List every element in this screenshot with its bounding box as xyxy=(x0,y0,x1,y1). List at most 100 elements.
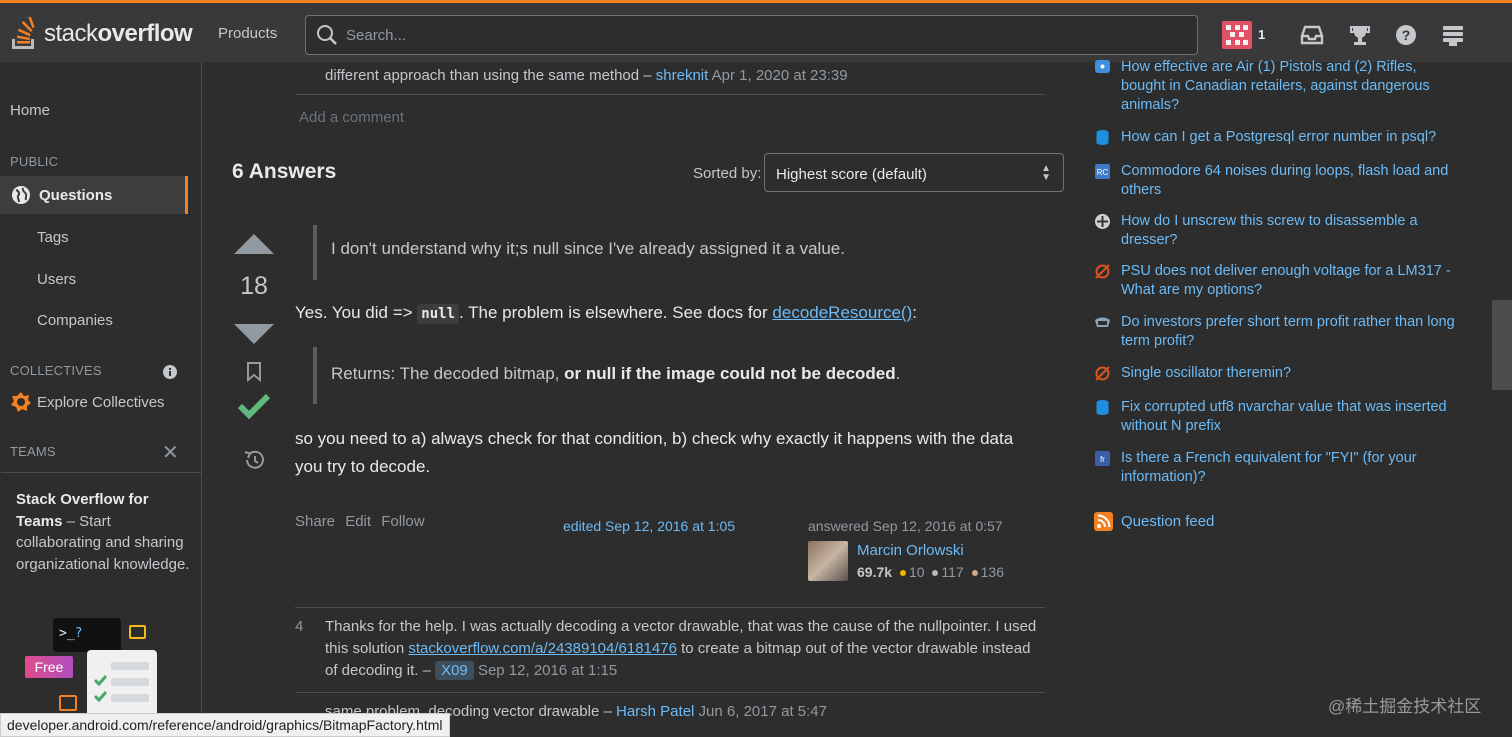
retrocomputing-icon: RC xyxy=(1095,164,1110,179)
public-heading: PUBLIC xyxy=(10,154,59,169)
answered-date: answered Sep 12, 2016 at 0:57 xyxy=(808,518,1003,534)
sort-select[interactable]: Highest score (default) ▲ ▼ xyxy=(764,153,1064,192)
divider xyxy=(295,692,1045,693)
top-bar: stackoverflow Products 1 ? xyxy=(0,0,1512,62)
docs-link[interactable]: decodeResource() xyxy=(772,303,912,322)
accepted-check-icon xyxy=(237,393,271,420)
comment-user-link[interactable]: Harsh Patel xyxy=(616,703,694,720)
answerer-avatar[interactable] xyxy=(808,541,848,581)
inline-code: null xyxy=(417,304,459,324)
hnq-item[interactable]: PSU does not deliver enough voltage for … xyxy=(1094,262,1464,300)
nav-questions[interactable]: Questions xyxy=(0,176,188,214)
bookmark-icon[interactable] xyxy=(246,362,262,382)
add-comment-link[interactable]: Add a comment xyxy=(299,109,404,126)
comment: 4 Thanks for the help. I was actually de… xyxy=(295,618,1037,680)
search-icon xyxy=(317,25,337,45)
hot-network-questions: How effective are Air (1) Pistols and (2… xyxy=(1090,59,1490,737)
rss-icon xyxy=(1094,512,1113,531)
search-input[interactable] xyxy=(346,26,1146,44)
electronics-icon xyxy=(1095,366,1110,381)
watermark: @稀土掘金技术社区 xyxy=(1328,697,1482,716)
vote-score: 18 xyxy=(240,272,268,300)
scrollbar-thumb[interactable] xyxy=(1492,300,1512,390)
follow-link[interactable]: Follow xyxy=(381,513,424,530)
electronics-icon xyxy=(1095,264,1110,279)
teams-promo: Stack Overflow for Teams – Start collabo… xyxy=(1,472,201,737)
previous-comment: different approach than using the same m… xyxy=(325,67,848,84)
bronze-badge-icon xyxy=(971,570,978,576)
info-icon[interactable] xyxy=(162,364,178,380)
answerer-name[interactable]: Marcin Orlowski xyxy=(857,542,964,559)
help-icon[interactable]: ? xyxy=(1394,23,1420,47)
hnq-item[interactable]: Fix corrupted utf8 nvarchar value that w… xyxy=(1094,398,1464,436)
hnq-item[interactable]: fr Is there a French equivalent for "FYI… xyxy=(1094,449,1464,487)
comment-date: Jun 6, 2017 at 5:47 xyxy=(698,703,827,720)
user-avatar[interactable] xyxy=(1222,21,1252,49)
comment-user-link[interactable]: X09 xyxy=(435,661,474,680)
diy-icon xyxy=(1095,214,1110,229)
globe-icon xyxy=(12,186,30,204)
status-bar-url: developer.android.com/reference/android/… xyxy=(0,713,450,737)
answerer-reputation: 69.7k 10 117 136 xyxy=(857,564,1004,580)
stackoverflow-logo[interactable]: stackoverflow xyxy=(10,11,193,57)
free-badge[interactable]: Free xyxy=(25,656,73,678)
nav-home[interactable]: Home xyxy=(10,102,50,119)
french-icon: fr xyxy=(1095,451,1110,466)
answer-paragraph-2: so you need to a) always check for that … xyxy=(295,429,1014,476)
svg-text:fr: fr xyxy=(1100,455,1105,464)
nav-tags[interactable]: Tags xyxy=(37,229,69,246)
database-icon xyxy=(1096,400,1109,415)
chat-bubble-icon xyxy=(59,695,77,711)
share-link[interactable]: Share xyxy=(295,513,335,530)
select-arrows-icon: ▲ ▼ xyxy=(1041,163,1051,183)
silver-badge-icon xyxy=(932,570,939,576)
post-actions: Share Edit Follow xyxy=(295,513,425,530)
search-box[interactable] xyxy=(305,15,1198,55)
database-icon xyxy=(1096,130,1109,145)
history-icon[interactable] xyxy=(242,448,266,472)
comment-link[interactable]: stackoverflow.com/a/24389104/6181476 xyxy=(408,640,677,657)
inbox-icon[interactable] xyxy=(1299,23,1325,47)
terminal-illustration: >_? xyxy=(53,618,121,652)
page-scrollbar[interactable] xyxy=(1492,62,1512,737)
hnq-item[interactable]: Single oscillator theremin? xyxy=(1094,364,1464,383)
answers-heading: 6 Answers xyxy=(232,160,337,183)
blockquote-question: I don't understand why it;s null since I… xyxy=(313,225,845,280)
achievements-icon[interactable] xyxy=(1347,23,1373,47)
svg-text:RC: RC xyxy=(1097,168,1109,177)
hnq-item[interactable]: How do I unscrew this screw to disassemb… xyxy=(1094,212,1464,250)
upvote-button[interactable] xyxy=(234,234,274,254)
edit-link[interactable]: Edit xyxy=(345,513,371,530)
hnq-item[interactable]: How effective are Air (1) Pistols and (2… xyxy=(1094,58,1464,115)
teams-heading: TEAMS xyxy=(10,444,56,459)
comment-date: Sep 12, 2016 at 1:15 xyxy=(477,662,618,679)
stackoverflow-logo-icon xyxy=(12,17,35,49)
sort-select-value: Highest score (default) xyxy=(776,166,927,183)
user-reputation[interactable]: 1 xyxy=(1258,27,1265,42)
products-menu[interactable]: Products xyxy=(218,25,277,42)
comment-user-link[interactable]: shreknit xyxy=(656,67,709,84)
collectives-heading: COLLECTIVES xyxy=(10,363,102,378)
main-content: different approach than using the same m… xyxy=(202,62,1072,737)
hnq-item[interactable]: Do investors prefer short term profit ra… xyxy=(1094,313,1464,351)
collectives-icon xyxy=(11,392,31,412)
gold-badge-icon xyxy=(899,570,906,576)
downvote-button[interactable] xyxy=(234,324,274,344)
logo-text: stackoverflow xyxy=(44,20,193,47)
edited-link[interactable]: edited Sep 12, 2016 at 1:05 xyxy=(563,518,735,534)
nav-companies[interactable]: Companies xyxy=(37,312,113,329)
question-feed-link[interactable]: Question feed xyxy=(1094,512,1214,531)
close-icon[interactable]: ✕ xyxy=(162,440,179,465)
hnq-item[interactable]: How can I get a Postgresql error number … xyxy=(1094,128,1464,147)
comment-score: 4 xyxy=(295,618,304,635)
blue-chat-icon xyxy=(1095,60,1110,73)
chat-bubble-icon xyxy=(129,625,146,639)
nav-users[interactable]: Users xyxy=(37,271,76,288)
nav-explore-collectives[interactable]: Explore Collectives xyxy=(10,391,165,413)
nav-questions-label: Questions xyxy=(39,186,113,204)
blockquote-docs: Returns: The decoded bitmap, or null if … xyxy=(313,347,900,404)
hnq-item[interactable]: RC Commodore 64 noises during loops, fla… xyxy=(1094,162,1464,200)
money-icon xyxy=(1095,317,1110,327)
site-switcher-icon[interactable] xyxy=(1441,23,1467,47)
teams-promo-text: Stack Overflow for Teams – Start collabo… xyxy=(16,491,190,573)
